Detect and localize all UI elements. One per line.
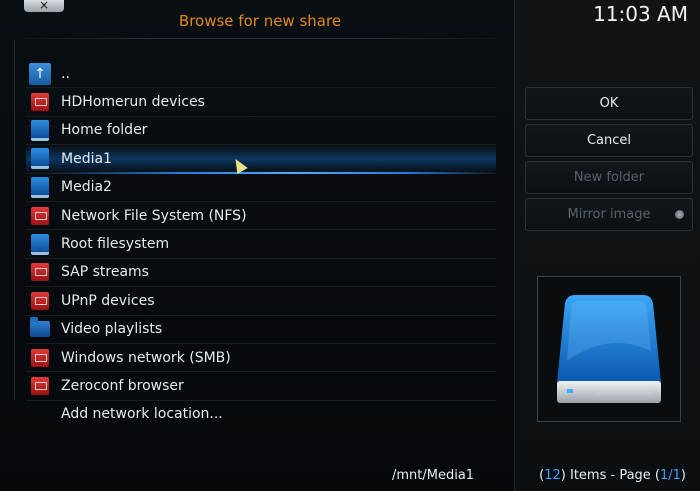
list-item-label: SAP streams (61, 264, 149, 281)
network-icon (28, 91, 52, 113)
network-icon (28, 290, 52, 312)
list-item-label: HDHomerun devices (61, 94, 205, 111)
list-item-root-filesystem[interactable]: Root filesystem (26, 230, 496, 259)
folder-icon (28, 317, 52, 340)
list-item-label: UPnP devices (61, 292, 155, 309)
empty-icon-slot (28, 403, 52, 425)
mirror-image-label: Mirror image (567, 207, 651, 222)
header-divider (0, 38, 518, 39)
list-item-sap-streams[interactable]: SAP streams (26, 259, 496, 288)
items-close-paren: ) (680, 468, 686, 483)
list-item-hdhomerun[interactable]: HDHomerun devices (26, 88, 496, 117)
list-item-label: Media2 (61, 179, 112, 196)
hard-drive-icon (557, 295, 661, 403)
list-item-video-playlists[interactable]: Video playlists (26, 316, 496, 344)
drive-icon (28, 176, 52, 198)
drive-icon (28, 119, 52, 141)
items-count: 12 (544, 468, 561, 483)
page-indicator: 1/1 (660, 468, 681, 483)
list-item-media1[interactable]: Media1 (26, 145, 496, 174)
items-page-info: (12) Items - Page (1/1) (539, 468, 686, 483)
list-item-add-network-location[interactable]: Add network location... (26, 401, 496, 428)
list-item-home-folder[interactable]: Home folder (26, 117, 496, 146)
list-item-zeroconf[interactable]: Zeroconf browser (26, 372, 496, 401)
list-item-parent[interactable]: ↑ .. (26, 60, 496, 89)
list-item-label: .. (61, 65, 70, 82)
list-item-label: Zeroconf browser (61, 377, 184, 394)
up-arrow-icon: ↑ (28, 62, 52, 85)
clock: 11:03 AM (593, 2, 688, 26)
drive-icon (28, 148, 52, 170)
new-folder-button[interactable]: New folder (525, 161, 693, 194)
network-icon (28, 347, 52, 369)
list-item-smb[interactable]: Windows network (SMB) (26, 344, 496, 373)
list-item-upnp[interactable]: UPnP devices (26, 287, 496, 316)
mirror-image-toggle[interactable]: Mirror image (525, 198, 693, 231)
close-button[interactable]: × (24, 0, 64, 12)
current-path: /mnt/Media1 (392, 468, 475, 483)
left-edge-divider (8, 40, 15, 400)
items-page-label: ) Items - Page ( (560, 468, 660, 483)
list-item-label: Media1 (61, 150, 112, 167)
dialog-title: Browse for new share (178, 12, 342, 30)
list-item-label: Windows network (SMB) (61, 349, 231, 366)
network-icon (28, 205, 52, 227)
network-icon (28, 375, 52, 397)
list-item-label: Network File System (NFS) (61, 207, 247, 224)
list-item-label: Add network location... (61, 406, 223, 423)
list-item-label: Video playlists (61, 321, 163, 338)
share-list: ↑ .. HDHomerun devices Home folder Media… (26, 60, 496, 428)
radio-indicator-icon (675, 210, 684, 219)
selected-item-thumbnail (537, 276, 681, 422)
ok-button[interactable]: OK (525, 87, 693, 120)
list-item-nfs[interactable]: Network File System (NFS) (26, 202, 496, 231)
network-icon (28, 261, 52, 283)
list-item-label: Home folder (61, 122, 148, 139)
drive-icon (28, 233, 52, 255)
cancel-button[interactable]: Cancel (525, 124, 693, 157)
list-item-label: Root filesystem (61, 236, 170, 253)
close-icon[interactable]: × (39, 0, 49, 12)
list-item-media2[interactable]: Media2 (26, 174, 496, 202)
